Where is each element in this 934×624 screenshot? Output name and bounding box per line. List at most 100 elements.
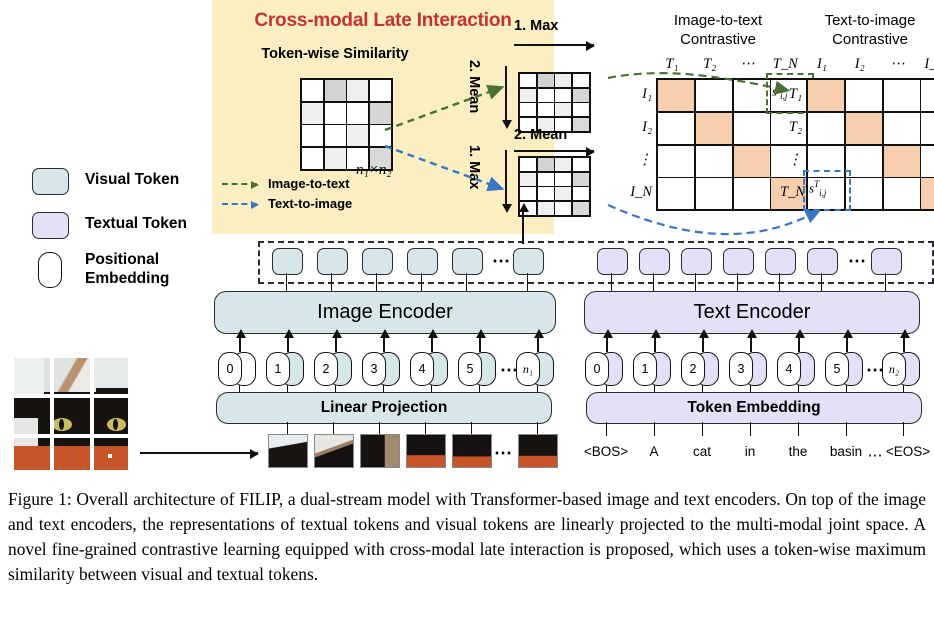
image-patch xyxy=(314,434,354,468)
text-word-eos: <EOS> xyxy=(885,444,931,459)
legend-image-to-text-arrow xyxy=(222,180,259,189)
col-label-in: I_N xyxy=(924,56,934,72)
image-pos-4: 4 xyxy=(410,352,434,386)
visual-token-ellipsis: ⋯ xyxy=(492,251,511,271)
connector xyxy=(654,422,655,436)
image-pos-5: 5 xyxy=(458,352,482,386)
token-embedding-label: Token Embedding xyxy=(687,399,821,416)
text-projected-token xyxy=(597,248,628,275)
text-encoder-label: Text Encoder xyxy=(693,301,811,323)
text-word-the: the xyxy=(788,444,808,459)
text-pos-n2: n₂ xyxy=(882,352,906,386)
connector xyxy=(379,422,380,434)
encoder-input-arrow xyxy=(794,329,805,352)
encoder-input-arrow xyxy=(283,329,294,352)
text-pos-0: 0 xyxy=(585,352,609,386)
matrix-connector-arrows xyxy=(607,72,821,236)
encoder-input-arrow xyxy=(842,329,853,352)
text-projected-token xyxy=(681,248,712,275)
image-to-text-title: Image-to-text Contrastive xyxy=(638,12,798,50)
text-word-bos: <BOS> xyxy=(583,444,629,459)
text-projected-token xyxy=(639,248,670,275)
image-to-text-title-line2: Contrastive xyxy=(680,30,756,48)
legend-textual-token-swatch xyxy=(32,212,69,239)
text-to-image-title: Text-to-image Contrastive xyxy=(790,12,934,50)
max-arrow-horizontal xyxy=(514,41,595,51)
legend-text-to-image-label: Text-to-image xyxy=(268,196,353,211)
image-patch-ellipsis: ⋯ xyxy=(494,443,513,463)
text-projected-token xyxy=(871,248,902,275)
legend-visual-token-label: Visual Token xyxy=(85,171,180,188)
image-pos-2: 2 xyxy=(314,352,338,386)
legend-textual-token-label: Textual Token xyxy=(85,215,187,232)
legend-text-to-image-arrow xyxy=(222,200,259,209)
figure-caption: Figure 1: Overall architecture of FILIP,… xyxy=(8,489,926,584)
encoder-input-arrow xyxy=(475,329,486,352)
image-patch xyxy=(360,434,400,468)
visual-projected-token xyxy=(513,248,544,275)
connector xyxy=(287,422,288,434)
encoder-input-arrow xyxy=(602,329,613,352)
text-encoder: Text Encoder xyxy=(584,291,920,334)
image-pos-0: 0 xyxy=(218,352,242,386)
text-projected-token xyxy=(765,248,796,275)
text-pos-1: 1 xyxy=(633,352,657,386)
encoder-input-arrow xyxy=(650,329,661,352)
text-projected-token xyxy=(807,248,838,275)
text-word-basin: basin xyxy=(829,444,863,459)
step-1-max-label: 1. Max xyxy=(514,18,559,34)
panel-input-arrow xyxy=(518,203,529,244)
encoder-input-arrow xyxy=(379,329,390,352)
visual-projected-token xyxy=(452,248,483,275)
legend-visual-token-swatch xyxy=(32,168,69,195)
encoder-input-arrow xyxy=(533,329,544,352)
image-patch xyxy=(452,434,492,468)
image-encoder-label: Image Encoder xyxy=(317,301,453,323)
connector xyxy=(798,422,799,436)
figure-root: Cross-modal Late Interaction Token-wise … xyxy=(0,0,934,624)
connector xyxy=(750,422,751,436)
image-pos-3: 3 xyxy=(362,352,386,386)
image-patch xyxy=(406,434,446,468)
connector xyxy=(537,422,538,434)
tokenwise-similarity-grid xyxy=(300,78,393,171)
image-patch xyxy=(518,434,558,468)
connector xyxy=(471,422,472,434)
text-word-cat: cat xyxy=(692,444,711,459)
visual-projected-token xyxy=(407,248,438,275)
text-pos-4: 4 xyxy=(777,352,801,386)
token-embedding-box: Token Embedding xyxy=(586,392,922,424)
text-token-ellipsis: ⋯ xyxy=(848,251,867,271)
legend-image-to-text-label: Image-to-text xyxy=(268,176,350,191)
panel-flow-arrows xyxy=(384,84,505,192)
encoder-input-arrow xyxy=(899,329,910,352)
legend-positional-embedding-swatch xyxy=(38,252,62,288)
image-to-text-title-line1: Image-to-text xyxy=(673,12,763,29)
visual-projected-token xyxy=(317,248,348,275)
connector xyxy=(702,422,703,436)
source-image xyxy=(14,358,128,470)
linear-projection-box: Linear Projection xyxy=(216,392,552,424)
text-projected-token xyxy=(723,248,754,275)
connector xyxy=(425,422,426,434)
connector xyxy=(333,422,334,434)
encoder-input-arrow xyxy=(331,329,342,352)
image-encoder: Image Encoder xyxy=(214,291,556,334)
visual-projected-token xyxy=(272,248,303,275)
panel-title: Cross-modal Late Interaction xyxy=(254,10,512,31)
text-to-image-title-line1: Text-to-image xyxy=(824,12,916,29)
image-pos-1: 1 xyxy=(266,352,290,386)
connector xyxy=(606,422,607,436)
col-label-ellipsis: ⋯ xyxy=(890,56,905,72)
encoder-input-arrow xyxy=(746,329,757,352)
text-word-in: in xyxy=(744,444,756,459)
text-pos-5: 5 xyxy=(825,352,849,386)
text-word-a: A xyxy=(649,444,659,459)
image-to-patches-arrow xyxy=(140,449,259,459)
text-to-image-title-line2: Contrastive xyxy=(832,30,908,48)
image-patch xyxy=(268,434,308,468)
connector xyxy=(846,422,847,436)
legend-positional-embedding-label: Positional Embedding xyxy=(85,251,170,288)
visual-projected-token xyxy=(362,248,393,275)
text-pos-2: 2 xyxy=(681,352,705,386)
